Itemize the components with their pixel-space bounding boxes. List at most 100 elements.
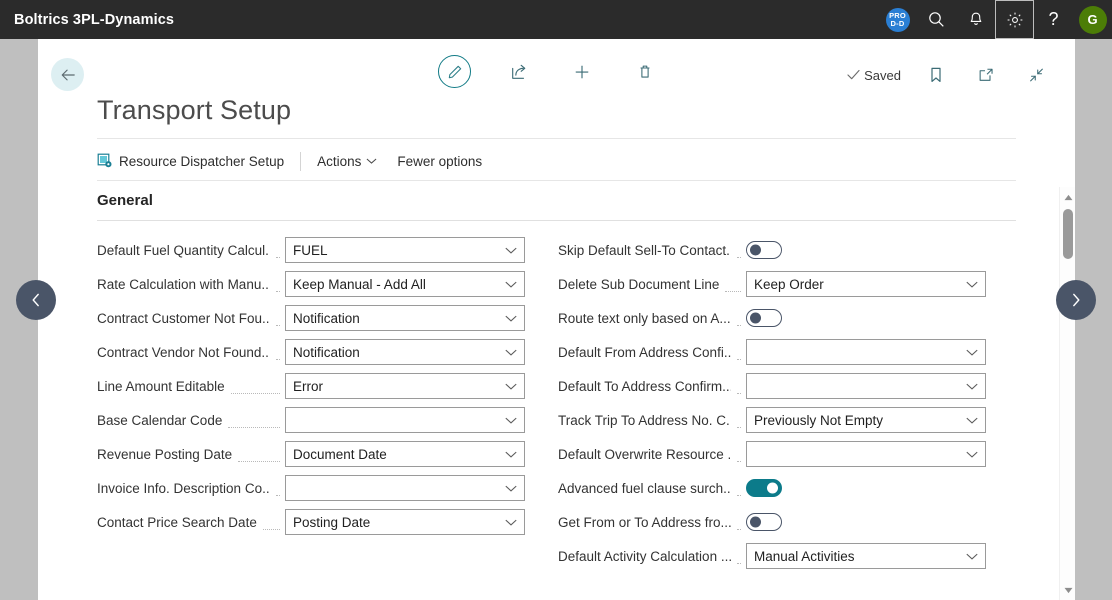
help-button[interactable]: ? (1034, 0, 1073, 39)
field-row: Line Amount Editable Error (97, 369, 525, 403)
section-divider (97, 220, 1016, 221)
label-leader-dots (725, 279, 741, 292)
label-leader-dots (262, 517, 280, 530)
field-label: Skip Default Sell-To Contact... (558, 242, 731, 258)
dropdown-chevron[interactable] (505, 481, 517, 496)
dropdown-field[interactable] (285, 475, 525, 501)
chevron-down-icon (505, 281, 517, 288)
ribbon-setup-label: Resource Dispatcher Setup (119, 153, 285, 169)
dropdown-chevron[interactable] (966, 379, 978, 394)
back-button[interactable] (51, 58, 84, 91)
dropdown-field[interactable]: Notification (285, 305, 525, 331)
dropdown-field[interactable]: Posting Date (285, 509, 525, 535)
dropdown-field[interactable] (285, 407, 525, 433)
dropdown-chevron[interactable] (966, 413, 978, 428)
field-label-cell: Contract Vendor Not Found... (97, 345, 285, 360)
pro-dd-badge-button[interactable]: PRO D-D (878, 0, 917, 39)
notifications-button[interactable] (956, 0, 995, 39)
chevron-down-icon (505, 315, 517, 322)
field-row: Base Calendar Code (97, 403, 525, 437)
field-label-cell: Advanced fuel clause surch... (558, 481, 746, 496)
chevron-right-icon (1073, 293, 1080, 307)
command-bar: Saved (38, 39, 1075, 95)
ribbon-resource-dispatcher-setup[interactable]: Resource Dispatcher Setup (97, 153, 284, 169)
toggle-switch[interactable] (746, 479, 782, 497)
dropdown-chevron[interactable] (505, 379, 517, 394)
dropdown-chevron[interactable] (505, 311, 517, 326)
collapse-button[interactable] (1021, 59, 1051, 91)
ribbon-fewer-options[interactable]: Fewer options (397, 154, 482, 169)
dropdown-chevron[interactable] (505, 447, 517, 462)
field-label-cell: Skip Default Sell-To Contact... (558, 243, 746, 258)
dropdown-field[interactable]: Keep Manual - Add All (285, 271, 525, 297)
new-button[interactable] (567, 56, 597, 88)
dropdown-field[interactable]: Error (285, 373, 525, 399)
pencil-icon (448, 65, 461, 78)
edit-button[interactable] (438, 55, 471, 88)
field-row: Rate Calculation with Manu... Keep Manual… (97, 267, 525, 301)
topbar-actions: PRO D-D ? G (878, 0, 1112, 39)
field-label: Contract Customer Not Fou... (97, 310, 270, 326)
dropdown-field[interactable] (746, 373, 986, 399)
field-label-cell: Track Trip To Address No. C... (558, 413, 746, 428)
dropdown-field[interactable]: Document Date (285, 441, 525, 467)
toggle-switch[interactable] (746, 513, 782, 531)
field-label-cell: Contact Price Search Date (97, 515, 285, 530)
resource-dispatcher-setup-icon (97, 153, 112, 168)
saved-status: Saved (847, 68, 901, 83)
content-scrollbar[interactable] (1059, 187, 1075, 600)
dropdown-chevron[interactable] (966, 345, 978, 360)
bookmark-button[interactable] (921, 59, 951, 91)
chevron-down-icon (966, 451, 978, 458)
scroll-down-button[interactable] (1060, 582, 1075, 598)
next-record-button[interactable] (1056, 280, 1096, 320)
ribbon-actions-menu[interactable]: Actions (317, 154, 377, 169)
chevron-down-icon (366, 158, 377, 164)
field-label-cell: Default To Address Confirm... (558, 379, 746, 394)
dropdown-chevron[interactable] (505, 277, 517, 292)
dropdown-chevron[interactable] (505, 243, 517, 258)
toggle-knob (767, 482, 778, 494)
field-label: Contract Vendor Not Found... (97, 344, 270, 360)
dropdown-field[interactable]: Previously Not Empty (746, 407, 986, 433)
toggle-switch[interactable] (746, 241, 782, 259)
dropdown-chevron[interactable] (966, 549, 978, 564)
chevron-down-icon (966, 383, 978, 390)
avatar-initial: G (1087, 12, 1098, 27)
field-label-cell: Rate Calculation with Manu... (97, 277, 285, 292)
chevron-down-icon (966, 553, 978, 560)
label-leader-dots (736, 313, 741, 326)
chevron-down-icon (966, 349, 978, 356)
dropdown-field[interactable] (746, 339, 986, 365)
user-account-button[interactable]: G (1073, 0, 1112, 39)
field-label-cell: Default Overwrite Resource ... (558, 447, 746, 462)
dropdown-chevron[interactable] (966, 447, 978, 462)
label-leader-dots (737, 245, 741, 258)
dropdown-field[interactable]: Notification (285, 339, 525, 365)
dropdown-chevron[interactable] (505, 413, 517, 428)
field-label: Base Calendar Code (97, 412, 223, 428)
section-title: General (97, 192, 153, 209)
search-button[interactable] (917, 0, 956, 39)
dropdown-chevron[interactable] (505, 345, 517, 360)
previous-record-button[interactable] (16, 280, 56, 320)
chevron-down-icon (505, 451, 517, 458)
dropdown-chevron[interactable] (505, 515, 517, 530)
scroll-up-button[interactable] (1060, 189, 1075, 205)
delete-button[interactable] (630, 56, 660, 88)
dropdown-field[interactable] (746, 441, 986, 467)
field-label: Route text only based on A... (558, 310, 731, 326)
dropdown-value: Notification (293, 344, 360, 360)
field-label: Default Activity Calculation ... (558, 548, 731, 564)
dropdown-field[interactable]: FUEL (285, 237, 525, 263)
toggle-switch[interactable] (746, 309, 782, 327)
scrollbar-thumb[interactable] (1063, 209, 1073, 259)
share-button[interactable] (504, 56, 534, 88)
dropdown-field[interactable]: Keep Order (746, 271, 986, 297)
dropdown-field[interactable]: Manual Activities (746, 543, 986, 569)
settings-button[interactable] (995, 0, 1034, 39)
field-row: Default Fuel Quantity Calcul... FUEL (97, 233, 525, 267)
open-in-new-window-button[interactable] (971, 59, 1001, 91)
dropdown-chevron[interactable] (966, 277, 978, 292)
plus-icon (575, 65, 589, 78)
